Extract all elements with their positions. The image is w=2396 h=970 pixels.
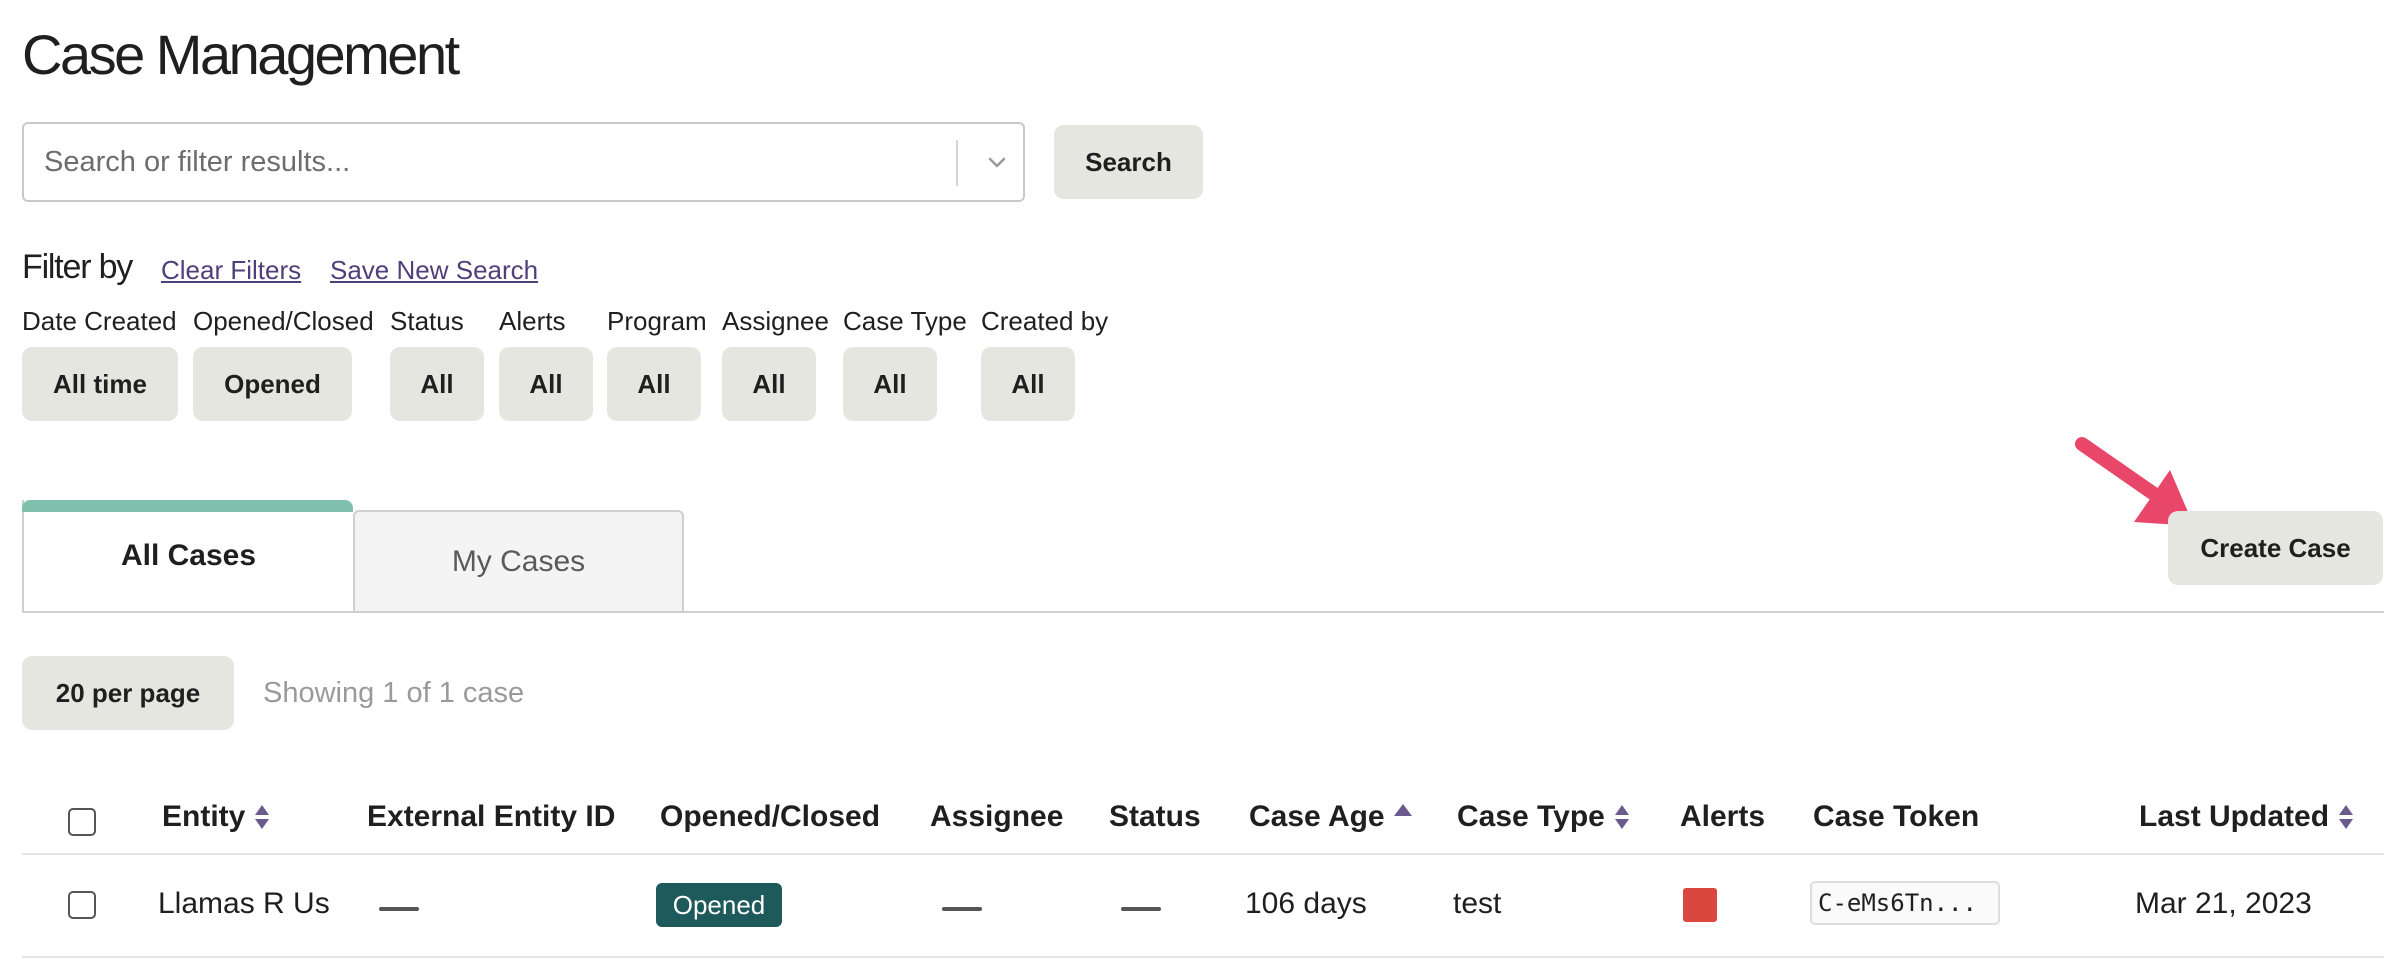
column-header-status: Status [1109,800,1201,833]
filter-status: Status All [390,306,484,421]
cell-status-empty [1121,907,1161,911]
opened-status-badge: Opened [656,883,782,927]
filter-created-by: Created by All [981,306,1108,421]
filter-case-type-button[interactable]: All [843,347,937,421]
tab-my-cases[interactable]: My Cases [353,510,684,612]
row-select-checkbox[interactable] [68,891,96,919]
filter-label: Case Type [843,306,967,336]
filter-assignee: Assignee All [722,306,829,421]
tabs-divider [22,611,2384,613]
filter-alerts-button[interactable]: All [499,347,593,421]
filter-case-type: Case Type All [843,306,967,421]
search-input[interactable] [44,124,944,200]
column-header-label: Case Age [1249,800,1385,833]
column-header-label: Case Type [1457,800,1605,833]
cell-assignee-empty [942,907,982,911]
filter-label: Program [607,306,707,336]
cell-external-entity-id-empty [379,907,419,911]
filter-label: Date Created [22,306,177,336]
clear-filters-link[interactable]: Clear Filters [161,255,301,286]
cell-last-updated: Mar 21, 2023 [2135,887,2312,920]
search-combobox[interactable] [22,122,1025,202]
cell-case-age: 106 days [1245,887,1367,920]
filter-opened-closed: Opened/Closed Opened [193,306,374,421]
search-button[interactable]: Search [1054,125,1203,199]
cell-entity[interactable]: Llamas R Us [158,887,330,921]
column-header-opened-closed: Opened/Closed [660,800,881,833]
alert-indicator-icon [1683,888,1717,922]
column-header-case-type[interactable]: Case Type [1457,800,1631,834]
column-header-assignee: Assignee [930,800,1064,833]
results-count: Showing 1 of 1 case [263,677,525,709]
chevron-down-icon[interactable] [982,148,1012,178]
filter-date-created: Date Created All time [22,306,178,421]
column-header-entity[interactable]: Entity [162,800,271,834]
filter-created-by-button[interactable]: All [981,347,1075,421]
filter-label: Alerts [499,306,566,336]
filter-alerts: Alerts All [499,306,593,421]
sort-icon[interactable] [2337,803,2355,831]
filter-label: Status [390,306,464,336]
sort-ascending-icon[interactable] [1393,803,1413,817]
select-all-checkbox[interactable] [68,808,96,836]
save-new-search-link[interactable]: Save New Search [330,255,538,286]
table-row-divider [22,956,2384,958]
filter-label: Opened/Closed [193,306,374,336]
filter-date-created-button[interactable]: All time [22,347,178,421]
filter-program: Program All [607,306,707,421]
table-header-divider [22,853,2384,855]
column-header-alerts: Alerts [1680,800,1766,833]
filter-label: Created by [981,306,1109,336]
sort-icon[interactable] [1613,803,1631,831]
per-page-select[interactable]: 20 per page [22,656,234,730]
column-header-case-age[interactable]: Case Age [1249,800,1413,834]
case-token[interactable]: C-eMs6Tn... [1810,881,2000,925]
cell-case-type: test [1453,887,1502,920]
column-header-label: Last Updated [2139,800,2330,833]
sort-icon[interactable] [253,803,271,831]
filter-assignee-button[interactable]: All [722,347,816,421]
column-header-case-token: Case Token [1813,800,1980,833]
active-tab-indicator [22,500,353,512]
filter-program-button[interactable]: All [607,347,701,421]
column-header-label: Entity [162,800,246,833]
tab-all-cases[interactable]: All Cases [22,500,353,612]
column-header-last-updated[interactable]: Last Updated [2139,800,2355,834]
filter-opened-closed-button[interactable]: Opened [193,347,352,421]
page-title: Case Management [22,23,460,86]
search-separator [956,140,958,186]
filter-status-button[interactable]: All [390,347,484,421]
filter-by-heading: Filter by [22,248,133,286]
create-case-button[interactable]: Create Case [2168,511,2383,585]
column-header-external-entity-id: External Entity ID [367,800,616,833]
filter-label: Assignee [722,306,829,336]
